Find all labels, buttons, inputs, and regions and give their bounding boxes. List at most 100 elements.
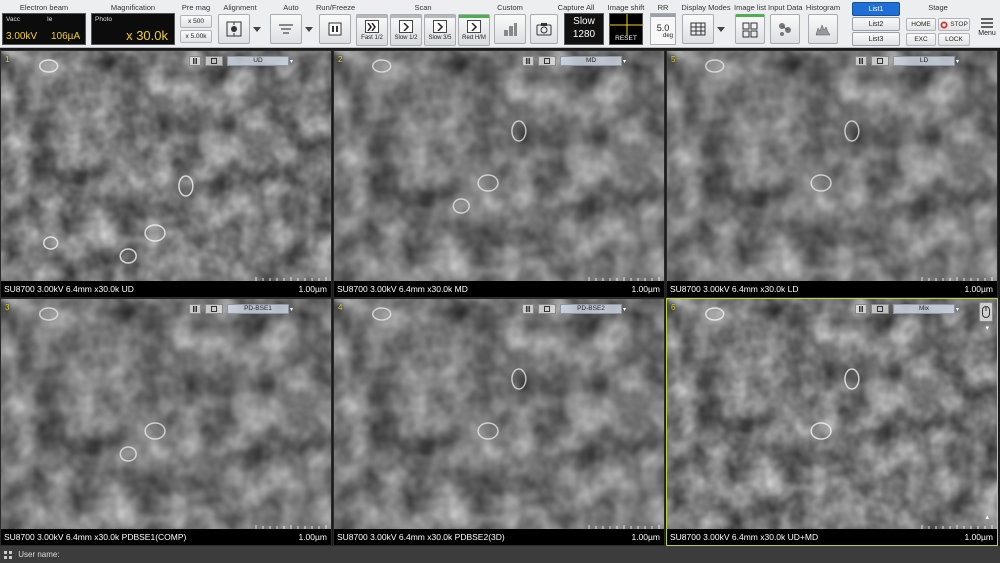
detector-select[interactable]: PD-BSE2 ▾ xyxy=(560,303,626,314)
image-shift-pad[interactable]: RESET xyxy=(609,13,644,45)
sem-image-3[interactable] xyxy=(1,299,331,529)
image-panel-1[interactable]: 1 UD ▾ SU8700 3.00kV 6.4mm x30.0k UD 1.00… xyxy=(0,50,332,298)
image-panel-3[interactable]: 3 PD-BSE1 ▾ SU8700 3.00kV 6.4mm x30.0k PD… xyxy=(0,298,332,546)
capture-speed-readout[interactable]: Slow 1280 xyxy=(564,13,604,45)
save-icon xyxy=(544,305,550,312)
display-modes-button[interactable] xyxy=(682,14,714,44)
scan-fast-button[interactable]: Fast 1/2 xyxy=(356,14,388,46)
rr-indicator xyxy=(651,14,675,17)
detector-value: Mix xyxy=(918,305,930,312)
stage-group: Stage HOME STOP EXC LOCK xyxy=(904,0,972,48)
list3-button[interactable]: List3 xyxy=(852,32,900,46)
magnification-readout[interactable]: Photo x 30.0k xyxy=(91,13,175,45)
image-panel-6[interactable]: 6 Mix ▾ ▾ ▴ SU8700 3.00kV 6.4mm x30.0k UD… xyxy=(666,298,998,546)
custom-scan-icon xyxy=(504,23,517,36)
rr-group: RR 5.0 deg xyxy=(648,0,678,48)
image-panel-2[interactable]: 2 MD ▾ SU8700 3.00kV 6.4mm x30.0k MD 1.00… xyxy=(333,50,665,298)
alignment-button[interactable] xyxy=(218,14,250,44)
magnification-value: x 30.0k xyxy=(126,28,168,43)
panel-save-button[interactable] xyxy=(871,55,889,66)
detector-select[interactable]: LD ▾ xyxy=(893,55,959,66)
image-shift-group: Image shift RESET xyxy=(606,0,646,48)
list2-button[interactable]: List2 xyxy=(852,17,900,31)
panel-pause-button[interactable] xyxy=(855,303,867,314)
input-data-button[interactable] xyxy=(770,14,800,44)
mouse-icon xyxy=(982,306,990,318)
alignment-dropdown[interactable] xyxy=(252,24,262,34)
sem-image-6[interactable] xyxy=(667,299,997,529)
auto-dropdown[interactable] xyxy=(304,24,314,34)
panel-save-button[interactable] xyxy=(871,303,889,314)
panel-save-button[interactable] xyxy=(538,55,556,66)
stage-exc-button[interactable]: EXC xyxy=(906,33,936,46)
detector-value: UD xyxy=(253,57,263,64)
image-info-bar: SU8700 3.00kV 6.4mm x30.0k PDBSE1(COMP) … xyxy=(1,529,331,545)
panel-pause-button[interactable] xyxy=(522,55,534,66)
image-panel-4[interactable]: 4 PD-BSE2 ▾ SU8700 3.00kV 6.4mm x30.0k PD… xyxy=(333,298,665,546)
chevron-right-icon xyxy=(433,20,447,33)
save-icon xyxy=(877,57,883,64)
scan-slow12-button[interactable]: Slow 1/2 xyxy=(390,14,422,46)
chevron-down-icon: ▾ xyxy=(623,306,627,313)
pre-mag-x500-button[interactable]: x 500 xyxy=(180,15,212,28)
sem-image-2[interactable] xyxy=(334,51,664,281)
stage-lock-button[interactable]: LOCK xyxy=(938,33,970,46)
image-list-button[interactable] xyxy=(735,14,765,44)
reduced-scan-icon xyxy=(467,20,481,33)
image-info-text: SU8700 3.00kV 6.4mm x30.0k MD xyxy=(337,284,468,294)
scale-bar-label: 1.00µm xyxy=(631,284,660,294)
chevron-down-icon xyxy=(253,26,261,32)
sem-image-4[interactable] xyxy=(334,299,664,529)
mouse-mode-button[interactable] xyxy=(979,302,993,322)
custom-button[interactable] xyxy=(494,14,526,44)
sem-image-graphic xyxy=(334,51,664,281)
sem-image-5[interactable] xyxy=(667,51,997,281)
chevron-down-icon[interactable]: ▾ xyxy=(985,324,989,332)
scale-bar-label: 1.00µm xyxy=(631,532,660,542)
panel-pause-button[interactable] xyxy=(189,55,201,66)
image-list-group: Image list xyxy=(734,0,766,48)
scale-bar-label: 1.00µm xyxy=(964,284,993,294)
alignment-label: Alignment xyxy=(223,3,257,12)
stage-stop-button[interactable]: STOP xyxy=(938,18,970,31)
detector-value: PD-BSE2 xyxy=(577,305,605,312)
stage-stop-label: STOP xyxy=(950,21,968,28)
image-list-icon xyxy=(742,22,758,38)
save-icon xyxy=(211,305,217,312)
crosshair-icon xyxy=(610,14,644,36)
chevron-up-icon[interactable]: ▴ xyxy=(985,513,989,521)
detector-select[interactable]: UD ▾ xyxy=(227,55,293,66)
rr-unit: deg xyxy=(662,33,673,39)
list1-button[interactable]: List1 xyxy=(852,2,900,16)
panel-save-button[interactable] xyxy=(205,303,223,314)
image-panel-5[interactable]: 5 LD ▾ SU8700 3.00kV 6.4mm x30.0k LD 1.00… xyxy=(666,50,998,298)
rr-readout[interactable]: 5.0 deg xyxy=(650,13,676,45)
panel-pause-button[interactable] xyxy=(855,55,867,66)
capture-mode: Slow xyxy=(573,16,595,27)
pre-mag-group: Pre mag x 500 x 5.00k xyxy=(178,0,214,48)
chevron-down-icon xyxy=(717,26,725,32)
panel-save-button[interactable] xyxy=(205,55,223,66)
scan-slow35-button[interactable]: Slow 3/5 xyxy=(424,14,456,46)
auto-label: Auto xyxy=(283,3,299,12)
detector-select[interactable]: MD ▾ xyxy=(560,55,626,66)
detector-select[interactable]: Mix ▾ xyxy=(893,303,959,314)
stage-home-button[interactable]: HOME xyxy=(906,18,936,31)
run-freeze-button[interactable] xyxy=(319,14,351,44)
panel-pause-button[interactable] xyxy=(522,303,534,314)
auto-adjust-icon xyxy=(279,24,293,34)
auto-button[interactable] xyxy=(270,14,302,44)
pre-mag-x5k-button[interactable]: x 5.00k xyxy=(180,30,212,43)
save-icon xyxy=(544,57,550,64)
scan-red-button[interactable]: Red H/M xyxy=(458,14,490,46)
panel-pause-button[interactable] xyxy=(189,303,201,314)
detector-select[interactable]: PD-BSE1 ▾ xyxy=(227,303,293,314)
menu-button[interactable]: Menu xyxy=(976,18,998,44)
display-modes-dropdown[interactable] xyxy=(716,24,726,34)
sem-image-graphic xyxy=(667,299,997,529)
electron-beam-readout[interactable]: Vacc Ie 3.00kV 106µA xyxy=(2,13,86,45)
panel-save-button[interactable] xyxy=(538,303,556,314)
histogram-button[interactable] xyxy=(808,14,838,44)
sem-image-1[interactable] xyxy=(1,51,331,281)
sem-image-graphic xyxy=(334,299,664,529)
